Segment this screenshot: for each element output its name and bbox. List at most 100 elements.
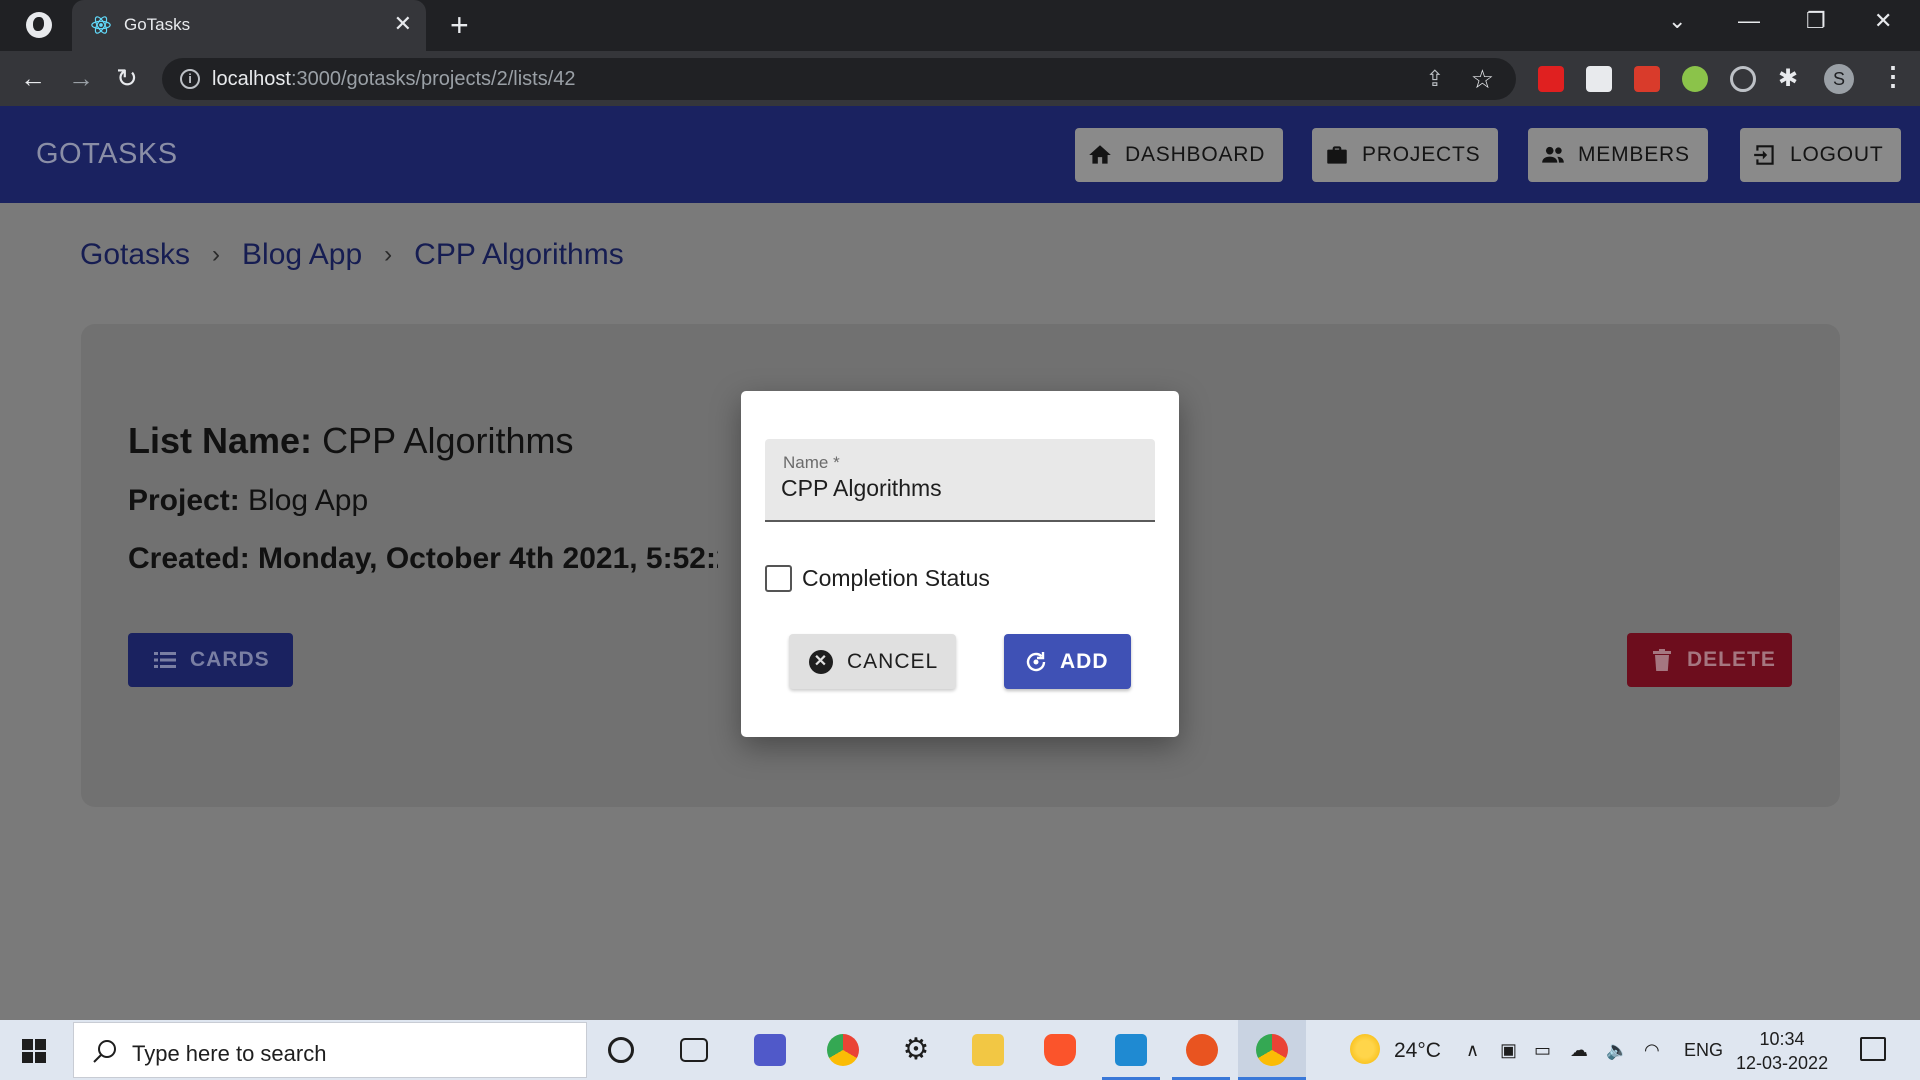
window-close-icon[interactable]: ✕ xyxy=(1874,8,1892,34)
target-extension-icon[interactable] xyxy=(1730,66,1756,92)
task-view-icon[interactable] xyxy=(680,1038,708,1062)
onedrive-icon[interactable]: ☁ xyxy=(1570,1040,1588,1061)
home-icon xyxy=(1089,145,1111,164)
name-field[interactable]: Name * xyxy=(765,439,1155,522)
windows-taskbar: Type here to search ⚙ 24°C ∧ ▣ ▭ ☁ 🔈 ◠ E… xyxy=(0,1020,1920,1080)
briefcase-icon xyxy=(1327,146,1347,164)
back-icon[interactable]: ← xyxy=(20,63,46,93)
add-button[interactable]: ADD xyxy=(1004,634,1131,689)
minimize-icon[interactable]: — xyxy=(1738,8,1760,34)
language-indicator[interactable]: ENG xyxy=(1684,1040,1723,1061)
cards-button[interactable]: CARDS xyxy=(128,633,293,687)
temperature[interactable]: 24°C xyxy=(1394,1039,1441,1063)
address-bar[interactable]: i localhost:3000/gotasks/projects/2/list… xyxy=(162,58,1516,100)
nav-logout-label: LOGOUT xyxy=(1790,143,1884,166)
plus-extension-icon[interactable] xyxy=(1682,66,1708,92)
project-label: Project: xyxy=(128,484,240,517)
browser-menu-icon[interactable]: ⋮ xyxy=(1880,61,1906,92)
nav-logout-button[interactable]: LOGOUT xyxy=(1740,128,1902,182)
youtube-extension-icon[interactable] xyxy=(1538,66,1564,92)
ubuntu-icon[interactable] xyxy=(1186,1034,1218,1066)
taskbar-search[interactable]: Type here to search xyxy=(73,1022,587,1078)
site-info-icon[interactable]: i xyxy=(180,69,200,89)
clock-time: 10:34 xyxy=(1759,1029,1805,1049)
tab-search-icon[interactable]: ⌄ xyxy=(1668,8,1686,34)
created-label: Created: xyxy=(128,542,250,575)
created-line: Created: Monday, October 4th 2021, 5:52:… xyxy=(128,542,718,576)
delete-button[interactable]: DELETE xyxy=(1627,633,1792,687)
nav-projects-button[interactable]: PROJECTS xyxy=(1312,128,1499,182)
name-field-label: Name * xyxy=(783,453,840,472)
clock-date: 12-03-2022 xyxy=(1736,1053,1829,1073)
restore-icon[interactable]: ❐ xyxy=(1806,8,1826,34)
vscode-icon[interactable] xyxy=(1115,1034,1147,1066)
completion-status-checkbox[interactable] xyxy=(765,565,792,592)
file-explorer-icon[interactable] xyxy=(972,1034,1004,1066)
nav-projects-label: PROJECTS xyxy=(1362,143,1481,166)
chrome-icon[interactable] xyxy=(827,1034,859,1066)
share-icon[interactable]: ⇪ xyxy=(1426,66,1444,92)
forward-icon[interactable]: → xyxy=(68,63,94,93)
list-name-line: List Name: CPP Algorithms xyxy=(128,420,574,462)
trash-icon xyxy=(1653,649,1671,671)
logout-icon xyxy=(1754,145,1774,165)
react-logo-icon xyxy=(91,16,111,34)
cortana-icon[interactable] xyxy=(608,1037,634,1063)
volume-icon[interactable]: 🔈 xyxy=(1606,1040,1628,1061)
globe-icon[interactable] xyxy=(26,12,52,38)
profile-avatar[interactable]: S xyxy=(1824,64,1854,94)
puzzle-red-extension-icon[interactable] xyxy=(1634,66,1660,92)
extensions-puzzle-icon[interactable]: ✱ xyxy=(1778,66,1804,92)
breadcrumb-project[interactable]: Blog App xyxy=(242,238,362,272)
refresh-circle-icon xyxy=(1026,651,1046,671)
list-name-label: List Name: xyxy=(128,420,313,461)
teams-icon[interactable] xyxy=(754,1034,786,1066)
system-clock[interactable]: 10:34 12-03-2022 xyxy=(1736,1027,1828,1075)
project-line: Project: Blog App xyxy=(128,484,368,518)
battery-icon[interactable]: ▭ xyxy=(1534,1040,1551,1061)
app-header: GOTASKS DASHBOARD PROJECTS MEMBERS LOGOU… xyxy=(0,106,1920,203)
nav-members-label: MEMBERS xyxy=(1578,143,1690,166)
url-text[interactable]: localhost:3000/gotasks/projects/2/lists/… xyxy=(212,68,576,91)
cancel-circle-icon: ✕ xyxy=(809,649,833,674)
meet-now-icon[interactable]: ▣ xyxy=(1500,1040,1517,1061)
wifi-icon[interactable]: ◠ xyxy=(1644,1040,1660,1061)
nav-dashboard-label: DASHBOARD xyxy=(1125,143,1266,166)
add-button-label: ADD xyxy=(1060,649,1109,673)
chrome-profile-icon xyxy=(1256,1034,1288,1066)
name-input[interactable] xyxy=(781,475,1141,502)
chevron-right-icon: › xyxy=(384,241,393,268)
new-tab-icon[interactable]: + xyxy=(450,8,469,42)
browser-tab[interactable]: GoTasks ✕ xyxy=(72,0,426,51)
completion-status-row[interactable]: Completion Status xyxy=(765,565,990,592)
people-icon xyxy=(1542,146,1564,163)
completion-status-label[interactable]: Completion Status xyxy=(802,565,990,592)
breadcrumb: Gotasks › Blog App › CPP Algorithms xyxy=(80,238,624,272)
nav-dashboard-button[interactable]: DASHBOARD xyxy=(1075,128,1284,182)
settings-gear-icon[interactable]: ⚙ xyxy=(900,1034,932,1066)
show-hidden-icons-icon[interactable]: ∧ xyxy=(1466,1040,1479,1061)
breadcrumb-gotasks[interactable]: Gotasks xyxy=(80,238,190,272)
browser-toolbar: ← → ↻ i localhost:3000/gotasks/projects/… xyxy=(0,51,1920,106)
breadcrumb-list[interactable]: CPP Algorithms xyxy=(414,238,624,272)
search-icon xyxy=(93,1040,116,1063)
nav-members-button[interactable]: MEMBERS xyxy=(1528,128,1708,182)
created-value: Monday, October 4th 2021, 5:52:24 p xyxy=(258,542,718,575)
windows-start-icon[interactable] xyxy=(22,1039,46,1063)
reload-icon[interactable]: ↻ xyxy=(116,63,138,93)
project-value: Blog App xyxy=(248,484,369,517)
list-name-value: CPP Algorithms xyxy=(322,420,574,461)
cards-button-label: CARDS xyxy=(190,648,270,671)
cancel-button[interactable]: ✕ CANCEL xyxy=(789,634,956,689)
delete-button-label: DELETE xyxy=(1687,648,1776,671)
chrome-profile-taskbar-button[interactable] xyxy=(1238,1020,1306,1080)
app-brand[interactable]: GOTASKS xyxy=(36,138,178,171)
taskbar-search-text: Type here to search xyxy=(132,1041,327,1066)
brave-icon[interactable] xyxy=(1044,1034,1076,1066)
bookmark-star-icon[interactable]: ☆ xyxy=(1471,64,1494,95)
close-tab-icon[interactable]: ✕ xyxy=(394,12,412,36)
weather-sun-icon[interactable] xyxy=(1350,1034,1380,1064)
notification-center-icon[interactable] xyxy=(1860,1037,1886,1061)
list-icon xyxy=(154,652,176,668)
chart-extension-icon[interactable] xyxy=(1586,66,1612,92)
